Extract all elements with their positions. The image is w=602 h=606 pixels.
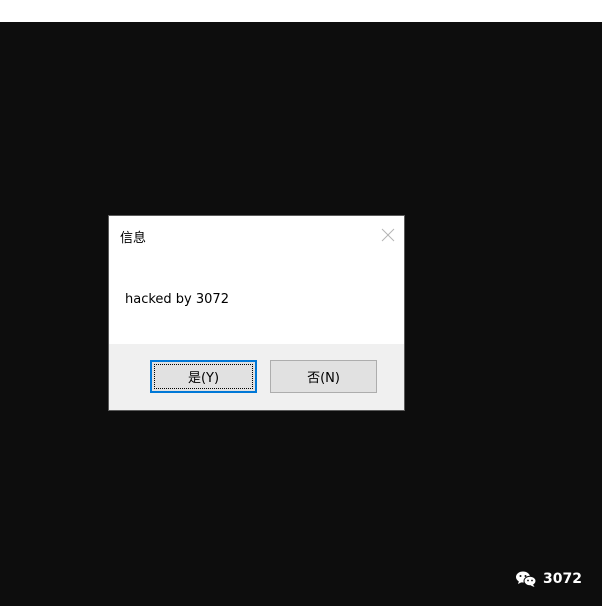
screen: 信息 hacked by 3072 是(Y) 否(N) 3072 [0, 0, 602, 606]
no-button[interactable]: 否(N) [270, 360, 377, 393]
close-icon [381, 228, 395, 242]
dialog-message: hacked by 3072 [125, 292, 229, 307]
dialog-button-area: 是(Y) 否(N) [109, 344, 404, 410]
dialog-titlebar[interactable]: 信息 [109, 216, 404, 254]
yes-button-label: 是(Y) [187, 371, 220, 386]
watermark-text: 3072 [543, 571, 582, 587]
close-button[interactable] [379, 226, 397, 244]
message-dialog: 信息 hacked by 3072 是(Y) 否(N) [109, 216, 404, 410]
yes-button[interactable]: 是(Y) [150, 360, 257, 393]
wechat-icon [516, 571, 537, 587]
dialog-title: 信息 [120, 231, 147, 246]
watermark: 3072 [515, 570, 582, 588]
no-button-label: 否(N) [307, 371, 340, 386]
